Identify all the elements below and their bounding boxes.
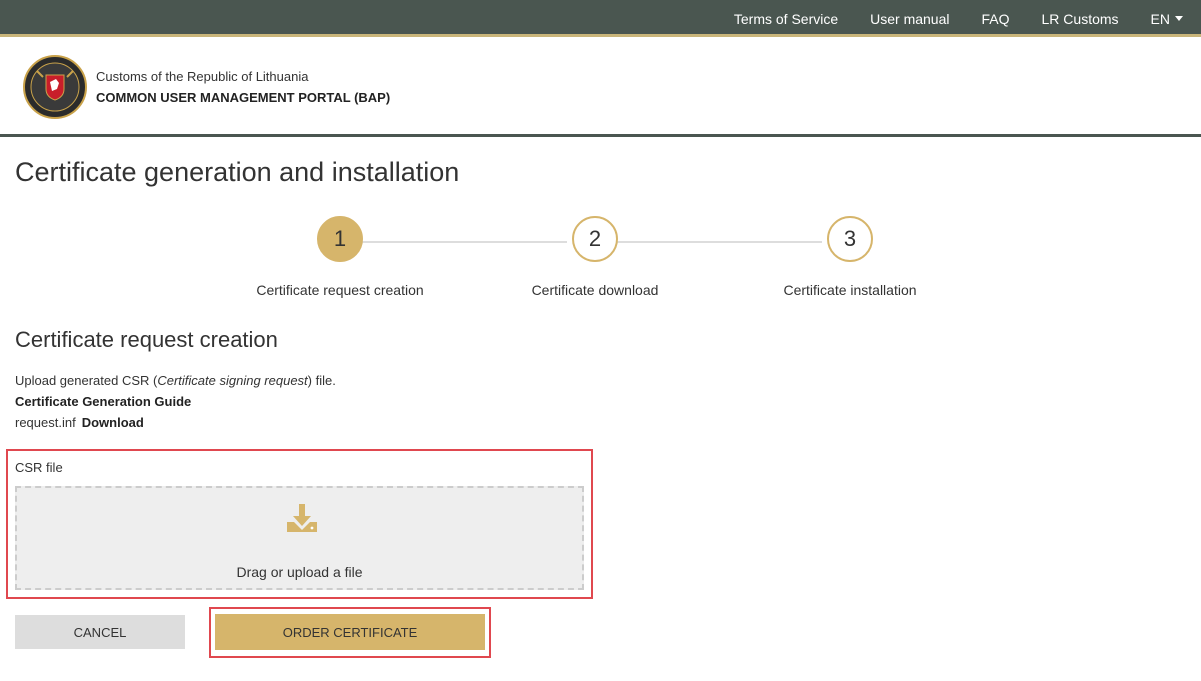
portal-name: COMMON USER MANAGEMENT PORTAL (BAP) [96,90,391,105]
download-tray-icon [287,504,317,532]
faq-link[interactable]: FAQ [982,11,1010,27]
language-selector[interactable]: EN [1151,11,1183,27]
language-label: EN [1150,10,1170,27]
lr-customs-link[interactable]: LR Customs [1042,11,1119,27]
step-label: Certificate download [531,282,659,298]
download-link[interactable]: Download [82,415,144,430]
step-number-circle: 3 [827,216,873,262]
csr-term: Certificate signing request [157,373,308,388]
progress-stepper: 1 Certificate request creation 2 Certifi… [240,216,930,306]
step-number-circle: 2 [572,216,618,262]
request-file-name: request.inf [15,415,76,430]
certificate-guide-link[interactable]: Certificate Generation Guide [15,394,191,409]
top-navigation-bar: Terms of Service User manual FAQ LR Cust… [0,0,1201,37]
dropzone-hint: Drag or upload a file [236,564,363,580]
step-2: 2 Certificate download [495,216,695,298]
customs-logo[interactable] [23,55,87,119]
site-header: Customs of the Republic of Lithuania COM… [0,37,1201,137]
request-file-row: request.inf Download [15,415,144,430]
page-title: Certificate generation and installation [15,157,460,187]
step-number-circle: 1 [317,216,363,262]
upload-instructions: Upload generated CSR (Certificate signin… [15,373,336,388]
step-label: Certificate request creation [256,282,424,298]
step-3: 3 Certificate installation [750,216,950,298]
organization-name: Customs of the Republic of Lithuania [96,69,309,84]
instruction-text-end: ) file. [307,373,336,388]
file-dropzone[interactable]: Drag or upload a file [15,486,584,590]
section-title: Certificate request creation [15,327,278,352]
csr-file-label: CSR file [15,460,63,475]
caret-down-icon [1175,16,1183,21]
order-certificate-button[interactable]: ORDER CERTIFICATE [215,614,485,650]
top-nav-links: Terms of Service User manual FAQ LR Cust… [702,0,1183,37]
instruction-text: Upload generated CSR ( [15,373,158,388]
cancel-button[interactable]: CANCEL [15,615,185,649]
terms-of-service-link[interactable]: Terms of Service [734,11,838,27]
step-label: Certificate installation [783,282,917,298]
user-manual-link[interactable]: User manual [870,11,949,27]
step-1: 1 Certificate request creation [240,216,440,298]
